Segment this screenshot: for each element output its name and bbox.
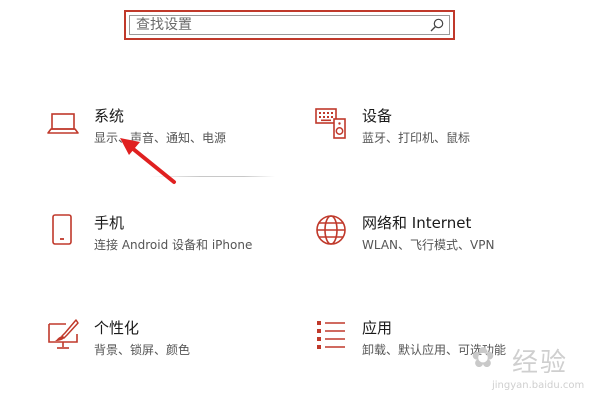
- settings-tile-devices[interactable]: 设备 蓝牙、打印机、鼠标: [314, 106, 470, 147]
- watermark: ✿ 经验 jingyan.baidu.com: [462, 338, 598, 398]
- tile-title: 设备: [362, 107, 393, 125]
- annotation-arrow: [120, 138, 176, 184]
- tile-description: 连接 Android 设备和 iPhone: [94, 238, 253, 252]
- tile-title: 系统: [94, 107, 125, 125]
- tile-title: 应用: [362, 319, 393, 337]
- tile-description: 背景、锁屏、颜色: [94, 343, 191, 357]
- laptop-icon: [46, 106, 80, 140]
- paw-logo-icon: ✿: [471, 341, 495, 374]
- tile-title: 网络和 Internet: [362, 214, 472, 232]
- watermark-brand: 经验: [512, 348, 569, 378]
- watermark-url: jingyan.baidu.com: [492, 380, 585, 391]
- apps-list-icon: [314, 318, 348, 352]
- settings-tile-network[interactable]: 网络和 Internet WLAN、飞行模式、VPN: [314, 213, 494, 254]
- settings-tile-personalization[interactable]: 个性化 背景、锁屏、颜色: [46, 318, 190, 359]
- tile-description: WLAN、飞行模式、VPN: [362, 238, 495, 252]
- tile-title: 手机: [94, 214, 125, 232]
- tile-description: 蓝牙、打印机、鼠标: [362, 131, 471, 145]
- phone-icon: [46, 213, 80, 247]
- paint-brush-icon: [46, 318, 80, 352]
- search-icon[interactable]: [429, 17, 445, 33]
- tile-title: 个性化: [94, 319, 140, 337]
- keyboard-speaker-icon: [314, 106, 348, 140]
- search-box[interactable]: [124, 10, 455, 40]
- globe-icon: [314, 213, 348, 247]
- settings-tile-phone[interactable]: 手机 连接 Android 设备和 iPhone: [46, 213, 252, 254]
- search-input[interactable]: [136, 17, 429, 33]
